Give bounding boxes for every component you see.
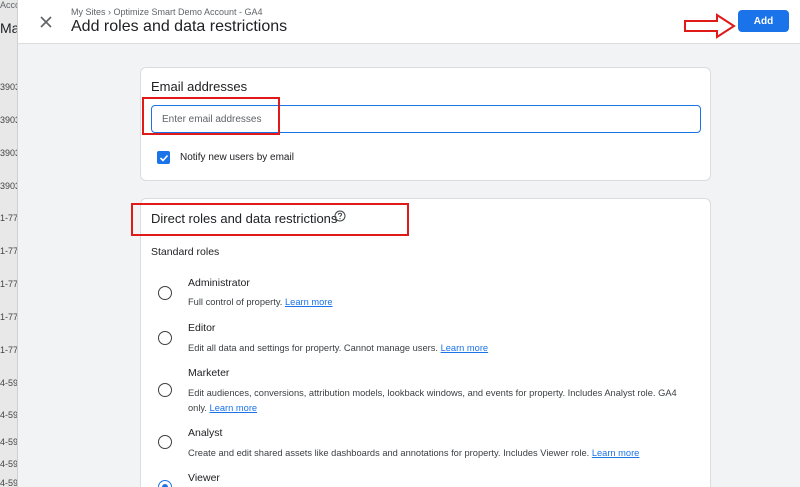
role-name-marketer: Marketer — [188, 367, 230, 379]
background-row: 3903 — [0, 82, 17, 92]
role-desc-text: Create and edit shared assets like dashb… — [188, 448, 590, 458]
background-row: 4-59 — [0, 437, 18, 447]
role-desc-marketer: Edit audiences, conversions, attribution… — [188, 386, 688, 416]
role-name-viewer: Viewer — [188, 472, 220, 484]
close-icon — [40, 16, 52, 28]
notify-checkbox[interactable] — [157, 151, 170, 164]
learn-more-link[interactable]: Learn more — [210, 403, 258, 413]
background-row: 4-59 — [0, 378, 18, 388]
background-page-strip: Accou Manag 3903 3903 3903 3903 1-77 1-7… — [0, 0, 18, 487]
page-title: Add roles and data restrictions — [71, 18, 288, 35]
checkmark-icon — [159, 154, 168, 162]
standard-roles-label: Standard roles — [151, 246, 220, 258]
background-row: 4-59 — [0, 410, 18, 420]
dialog-body: Email addresses Notify new users by emai… — [18, 45, 800, 487]
learn-more-link[interactable]: Learn more — [441, 343, 489, 353]
background-row: 1-77 — [0, 345, 18, 355]
background-row: 1-77 — [0, 279, 18, 289]
close-button[interactable] — [36, 12, 56, 32]
role-name-analyst: Analyst — [188, 427, 223, 439]
role-desc-analyst: Create and edit shared assets like dashb… — [188, 446, 639, 461]
roles-card: Direct roles and data restrictions Stand… — [140, 198, 711, 487]
background-row: 1-77 — [0, 312, 18, 322]
radio-analyst[interactable] — [158, 435, 172, 449]
background-header-large: Manag — [0, 20, 18, 36]
role-desc-text: Edit all data and settings for property.… — [188, 343, 438, 353]
background-row: 4-59 — [0, 478, 18, 487]
breadcrumb: My Sites › Optimize Smart Demo Account -… — [71, 7, 263, 17]
annotation-box-email — [142, 97, 280, 135]
add-button[interactable]: Add — [738, 10, 789, 32]
role-desc-text: Full control of property. — [188, 297, 283, 307]
background-header-small: Accou — [0, 0, 17, 10]
learn-more-link[interactable]: Learn more — [285, 297, 333, 307]
radio-editor[interactable] — [158, 331, 172, 345]
role-name-editor: Editor — [188, 322, 216, 334]
annotation-box-roles — [131, 203, 409, 236]
learn-more-link[interactable]: Learn more — [592, 448, 640, 458]
radio-administrator[interactable] — [158, 286, 172, 300]
annotation-arrow-icon — [684, 13, 736, 39]
background-row: 1-77 — [0, 246, 18, 256]
notify-checkbox-label: Notify new users by email — [180, 152, 294, 163]
radio-marketer[interactable] — [158, 383, 172, 397]
background-row: 4-59 — [0, 459, 18, 469]
role-desc-text: Edit audiences, conversions, attribution… — [188, 388, 677, 413]
role-name-administrator: Administrator — [188, 277, 250, 289]
background-row: 3903 — [0, 181, 17, 191]
background-row: 3903 — [0, 115, 17, 125]
background-row: 3903 — [0, 148, 17, 158]
radio-viewer[interactable] — [158, 480, 172, 487]
role-desc-editor: Edit all data and settings for property.… — [188, 341, 488, 356]
background-row: 1-77 — [0, 213, 18, 223]
role-desc-administrator: Full control of property. Learn more — [188, 295, 333, 310]
email-section-heading: Email addresses — [151, 79, 248, 94]
